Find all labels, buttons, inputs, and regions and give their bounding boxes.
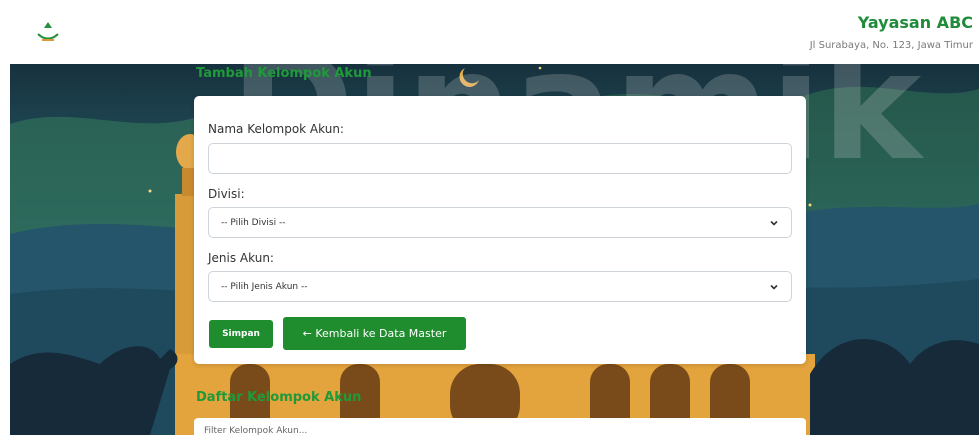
chevron-down-icon bbox=[770, 220, 778, 226]
divisi-selected-value: -- Pilih Divisi -- bbox=[221, 217, 286, 228]
chevron-down-icon bbox=[770, 284, 778, 290]
divisi-select[interactable]: -- Pilih Divisi -- bbox=[208, 207, 792, 238]
org-name: Yayasan ABC bbox=[857, 13, 973, 32]
nama-kelompok-label: Nama Kelompok Akun: bbox=[208, 122, 344, 136]
foundation-logo-icon[interactable] bbox=[34, 20, 62, 46]
jenis-akun-select[interactable]: -- Pilih Jenis Akun -- bbox=[208, 271, 792, 302]
add-group-form: Nama Kelompok Akun: Divisi: -- Pilih Div… bbox=[194, 96, 806, 364]
jenis-akun-selected-value: -- Pilih Jenis Akun -- bbox=[221, 281, 308, 292]
save-button[interactable]: Simpan bbox=[209, 320, 273, 348]
list-section-title: Daftar Kelompok Akun bbox=[196, 390, 362, 405]
jenis-akun-label: Jenis Akun: bbox=[208, 251, 274, 265]
app-header: Yayasan ABC Jl Surabaya, No. 123, Jawa T… bbox=[0, 0, 979, 64]
nama-kelompok-input[interactable] bbox=[208, 143, 792, 174]
back-to-master-button[interactable]: ← Kembali ke Data Master bbox=[283, 317, 466, 350]
divisi-label: Divisi: bbox=[208, 187, 245, 201]
org-address: Jl Surabaya, No. 123, Jawa Timur bbox=[809, 40, 973, 51]
filter-input[interactable]: Filter Kelompok Akun... bbox=[194, 418, 806, 435]
add-section-title: Tambah Kelompok Akun bbox=[196, 66, 372, 81]
